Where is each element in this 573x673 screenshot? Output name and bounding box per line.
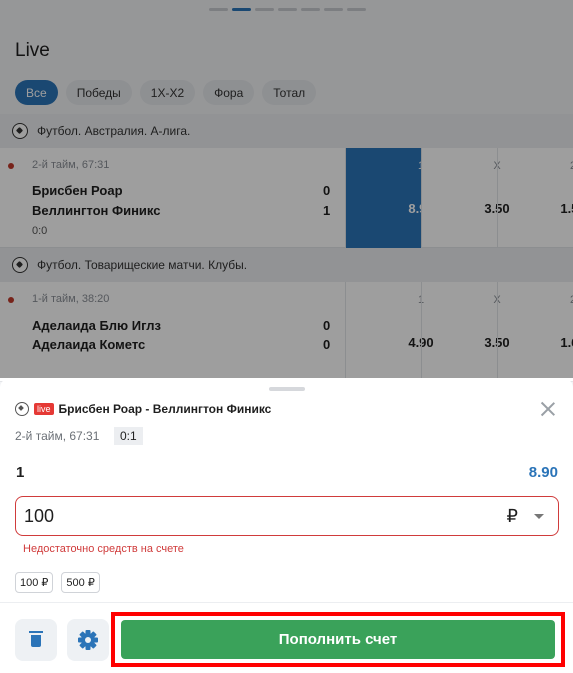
- trash-icon: [29, 631, 43, 647]
- stake-amount-input[interactable]: 100 ₽: [15, 496, 559, 536]
- currency-label: ₽: [506, 506, 518, 526]
- delete-bet-button[interactable]: [15, 619, 57, 661]
- highlight-frame: Пополнить счет: [111, 612, 565, 667]
- betslip-sheet: live Брисбен Роар - Веллингтон Финикс 2-…: [0, 378, 573, 673]
- deposit-button[interactable]: Пополнить счет: [121, 620, 555, 659]
- quick-stake-100[interactable]: 100 ₽: [15, 572, 54, 593]
- sheet-drag-handle[interactable]: [269, 387, 305, 391]
- quick-stake-500[interactable]: 500 ₽: [61, 572, 100, 593]
- insufficient-funds-error: Недостаточно средств на счете: [23, 543, 184, 555]
- live-badge: live: [34, 403, 54, 415]
- settings-button[interactable]: [67, 619, 109, 661]
- stake-value[interactable]: 100: [24, 506, 54, 527]
- quick-stake-buttons: 100 ₽ 500 ₽: [15, 572, 100, 593]
- betslip-outcome: 1: [16, 464, 25, 481]
- betslip-coefficient: 8.90: [528, 464, 558, 481]
- close-icon[interactable]: [539, 400, 557, 418]
- soccer-ball-icon: [15, 402, 29, 416]
- betslip-teams: Брисбен Роар - Веллингтон Финикс: [58, 402, 272, 416]
- betslip-score: 0:1: [114, 427, 143, 445]
- betslip-event: live Брисбен Роар - Веллингтон Финикс: [15, 402, 271, 416]
- chevron-down-icon[interactable]: [534, 514, 544, 519]
- footer-divider: [0, 602, 573, 603]
- betslip-period: 2-й тайм, 67:31: [15, 429, 100, 443]
- gear-icon: [78, 630, 98, 650]
- modal-backdrop[interactable]: [0, 0, 573, 378]
